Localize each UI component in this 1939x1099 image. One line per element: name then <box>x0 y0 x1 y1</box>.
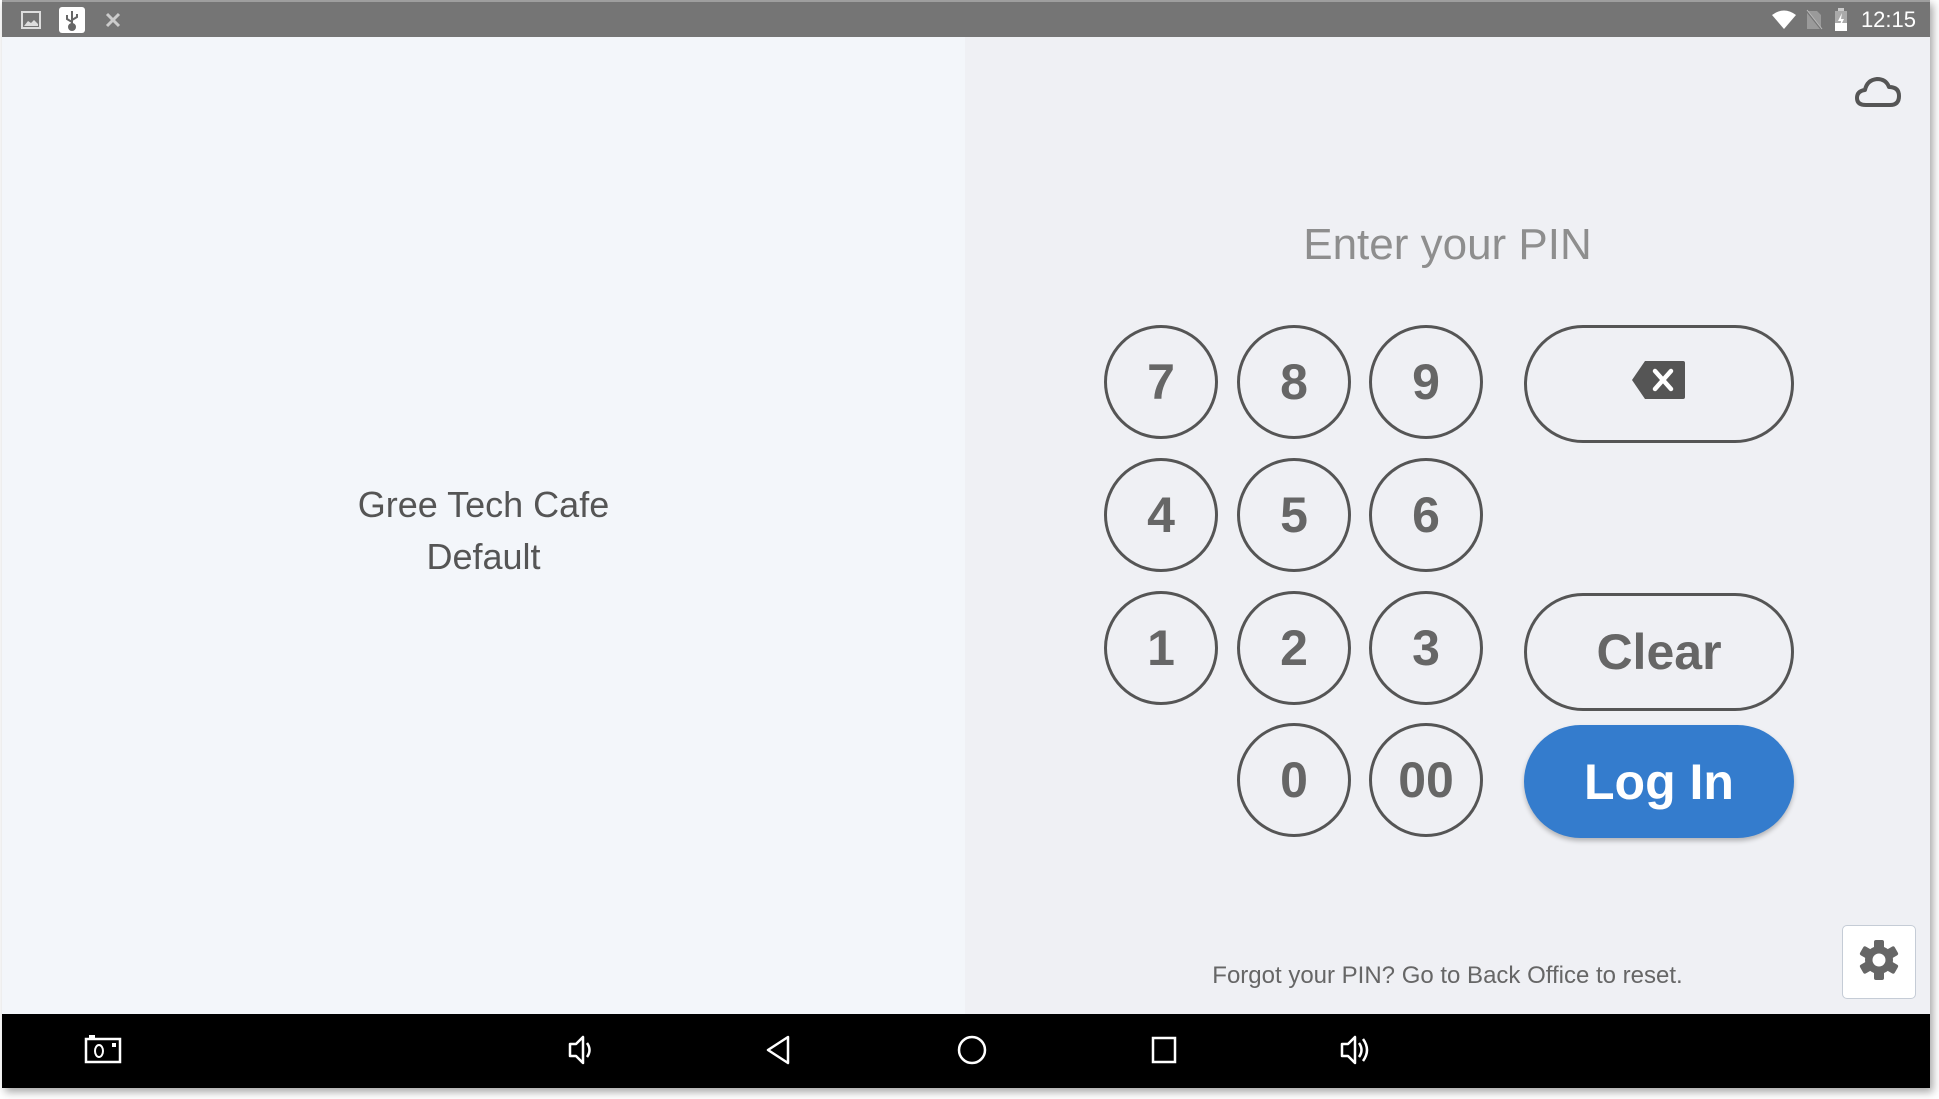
recents-icon[interactable] <box>1150 1034 1178 1071</box>
settings-button[interactable] <box>1842 925 1916 999</box>
backspace-icon <box>1631 355 1687 413</box>
forgot-pin-text: Forgot your PIN? Go to Back Office to re… <box>1212 962 1683 989</box>
login-button[interactable]: Log In <box>1524 725 1794 838</box>
key-1[interactable]: 1 <box>1104 591 1218 705</box>
store-profile: Default <box>426 536 541 577</box>
image-icon <box>21 9 41 31</box>
wifi-icon <box>1771 9 1797 31</box>
volume-up-icon[interactable] <box>1340 1034 1374 1071</box>
key-4[interactable]: 4 <box>1104 458 1218 572</box>
key-5[interactable]: 5 <box>1237 458 1351 572</box>
status-bar: 12:15 <box>2 0 1930 37</box>
no-sim-x-icon <box>104 9 122 31</box>
clear-button[interactable]: Clear <box>1524 593 1794 711</box>
key-6[interactable]: 6 <box>1369 458 1483 572</box>
no-sim-icon <box>1805 9 1823 31</box>
usb-icon <box>59 7 85 33</box>
pin-login-panel: Enter your PIN 7 8 9 4 5 6 1 2 3 0 00 Cl… <box>965 37 1930 1014</box>
key-3[interactable]: 3 <box>1369 591 1483 705</box>
key-9[interactable]: 9 <box>1369 325 1483 439</box>
volume-down-icon[interactable] <box>568 1034 596 1071</box>
backspace-button[interactable] <box>1524 325 1794 443</box>
pin-title: Enter your PIN <box>1303 220 1592 269</box>
key-00[interactable]: 00 <box>1369 723 1483 837</box>
status-time: 12:15 <box>1860 7 1916 32</box>
store-info-panel: Gree Tech Cafe Default <box>2 37 965 1014</box>
screenshot-icon[interactable] <box>84 1034 122 1069</box>
store-info: Gree Tech Cafe Default <box>2 479 965 583</box>
store-name: Gree Tech Cafe <box>357 484 610 525</box>
back-icon[interactable] <box>764 1034 792 1071</box>
battery-charging-icon <box>1834 8 1848 31</box>
key-2[interactable]: 2 <box>1237 591 1351 705</box>
home-icon[interactable] <box>956 1034 988 1071</box>
device-screen: 12:15 Gree Tech Cafe Default Enter your … <box>2 0 1930 1088</box>
key-0[interactable]: 0 <box>1237 723 1351 837</box>
cloud-icon[interactable] <box>1854 75 1902 114</box>
gear-icon <box>1857 938 1901 987</box>
key-7[interactable]: 7 <box>1104 325 1218 439</box>
key-8[interactable]: 8 <box>1237 325 1351 439</box>
navigation-bar <box>2 1014 1930 1088</box>
